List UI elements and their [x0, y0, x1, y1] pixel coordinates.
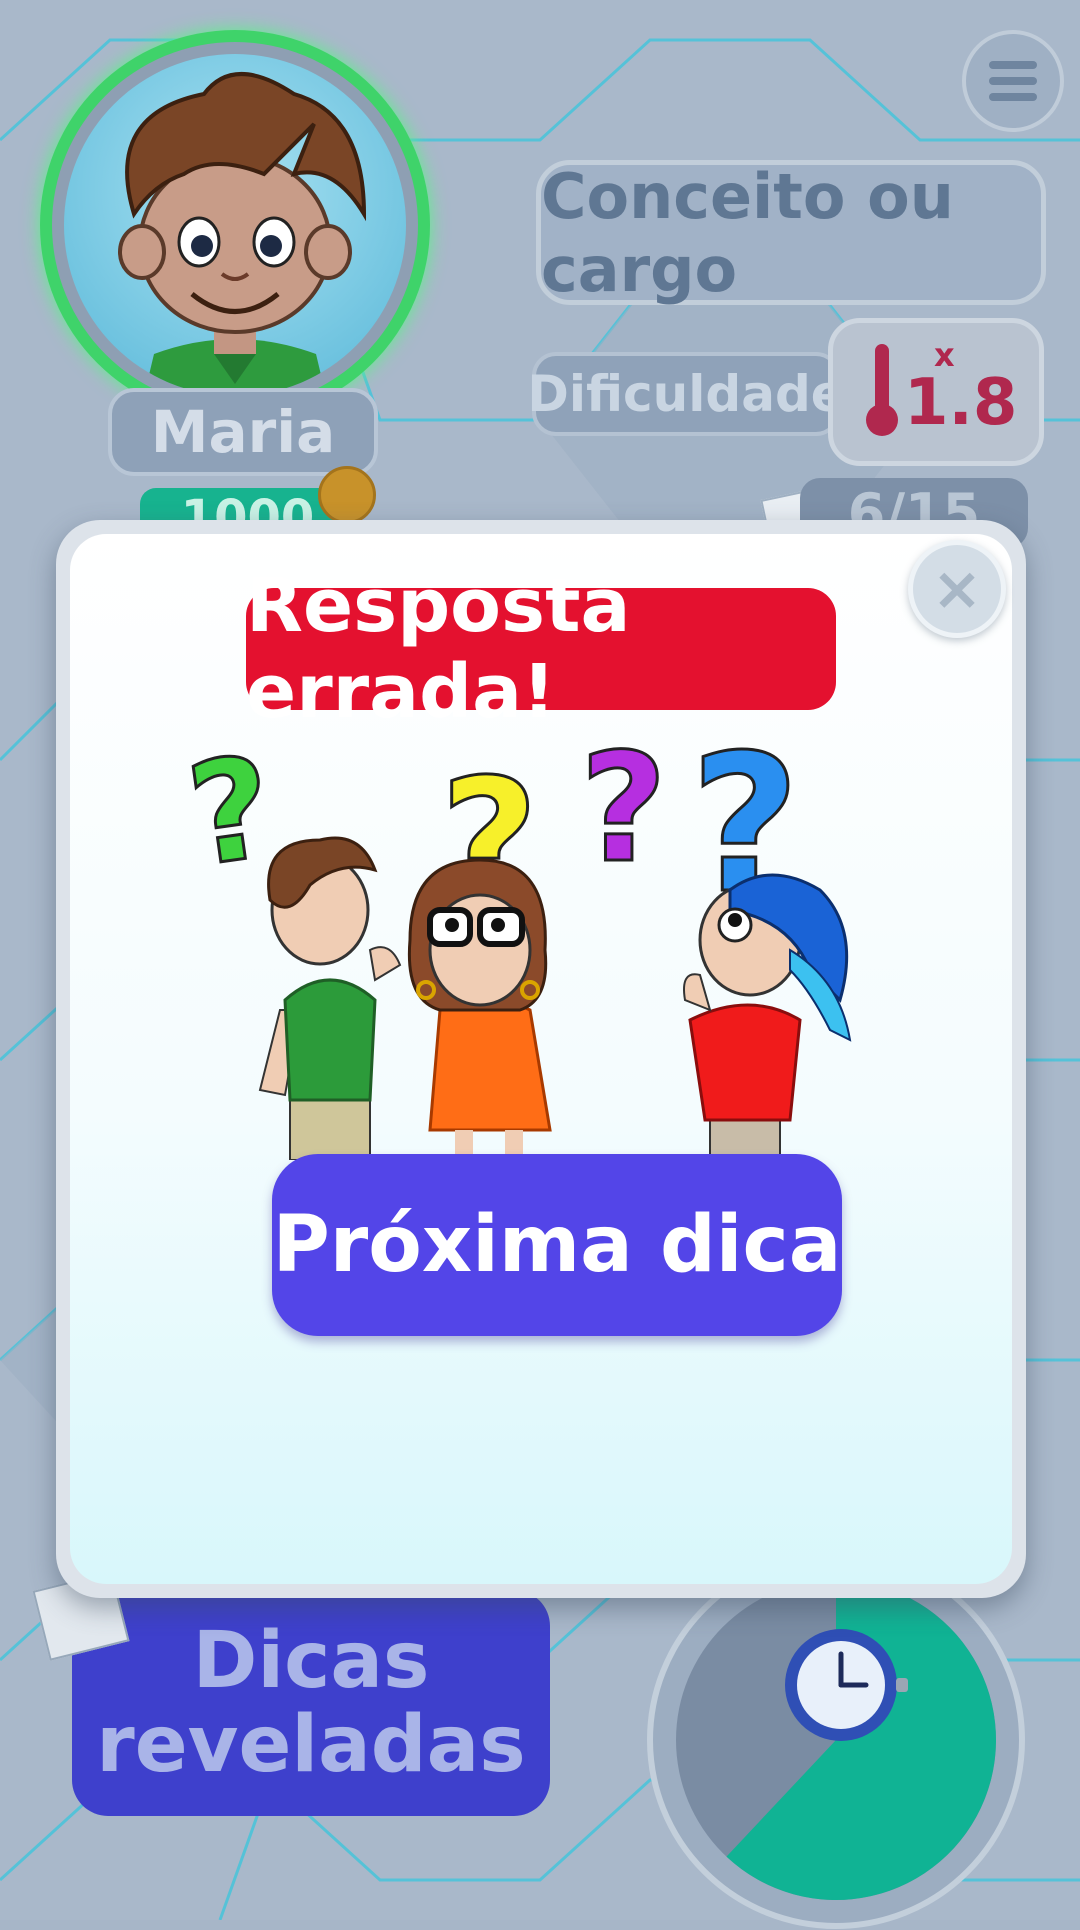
wrong-answer-title: Resposta errada!: [246, 563, 836, 735]
svg-text:?: ?: [580, 722, 667, 896]
hamburger-icon: [989, 61, 1037, 69]
boy-avatar-icon: [118, 72, 367, 396]
menu-button[interactable]: [962, 30, 1064, 132]
player-name: Maria: [108, 388, 378, 476]
close-icon: ×: [931, 554, 983, 624]
category-label: Conceito ou cargo: [536, 160, 1046, 306]
revealed-hints-button[interactable]: Dicas reveladas: [72, 1590, 550, 1816]
hints-label-line2: reveladas: [96, 1700, 526, 1790]
coin-icon: [318, 466, 376, 524]
next-hint-button[interactable]: Próxima dica: [272, 1154, 842, 1336]
difficulty-label: Dificuldade: [527, 352, 845, 436]
timer: [647, 1551, 1025, 1929]
multiplier-value: 1.8: [904, 366, 1018, 440]
confused-kids-illustration: ? ? ? ?: [190, 713, 852, 1160]
thermometer-icon: [866, 344, 898, 436]
hints-label-line1: Dicas: [192, 1615, 430, 1706]
close-button[interactable]: ×: [908, 540, 1006, 638]
avatar[interactable]: [64, 54, 406, 396]
